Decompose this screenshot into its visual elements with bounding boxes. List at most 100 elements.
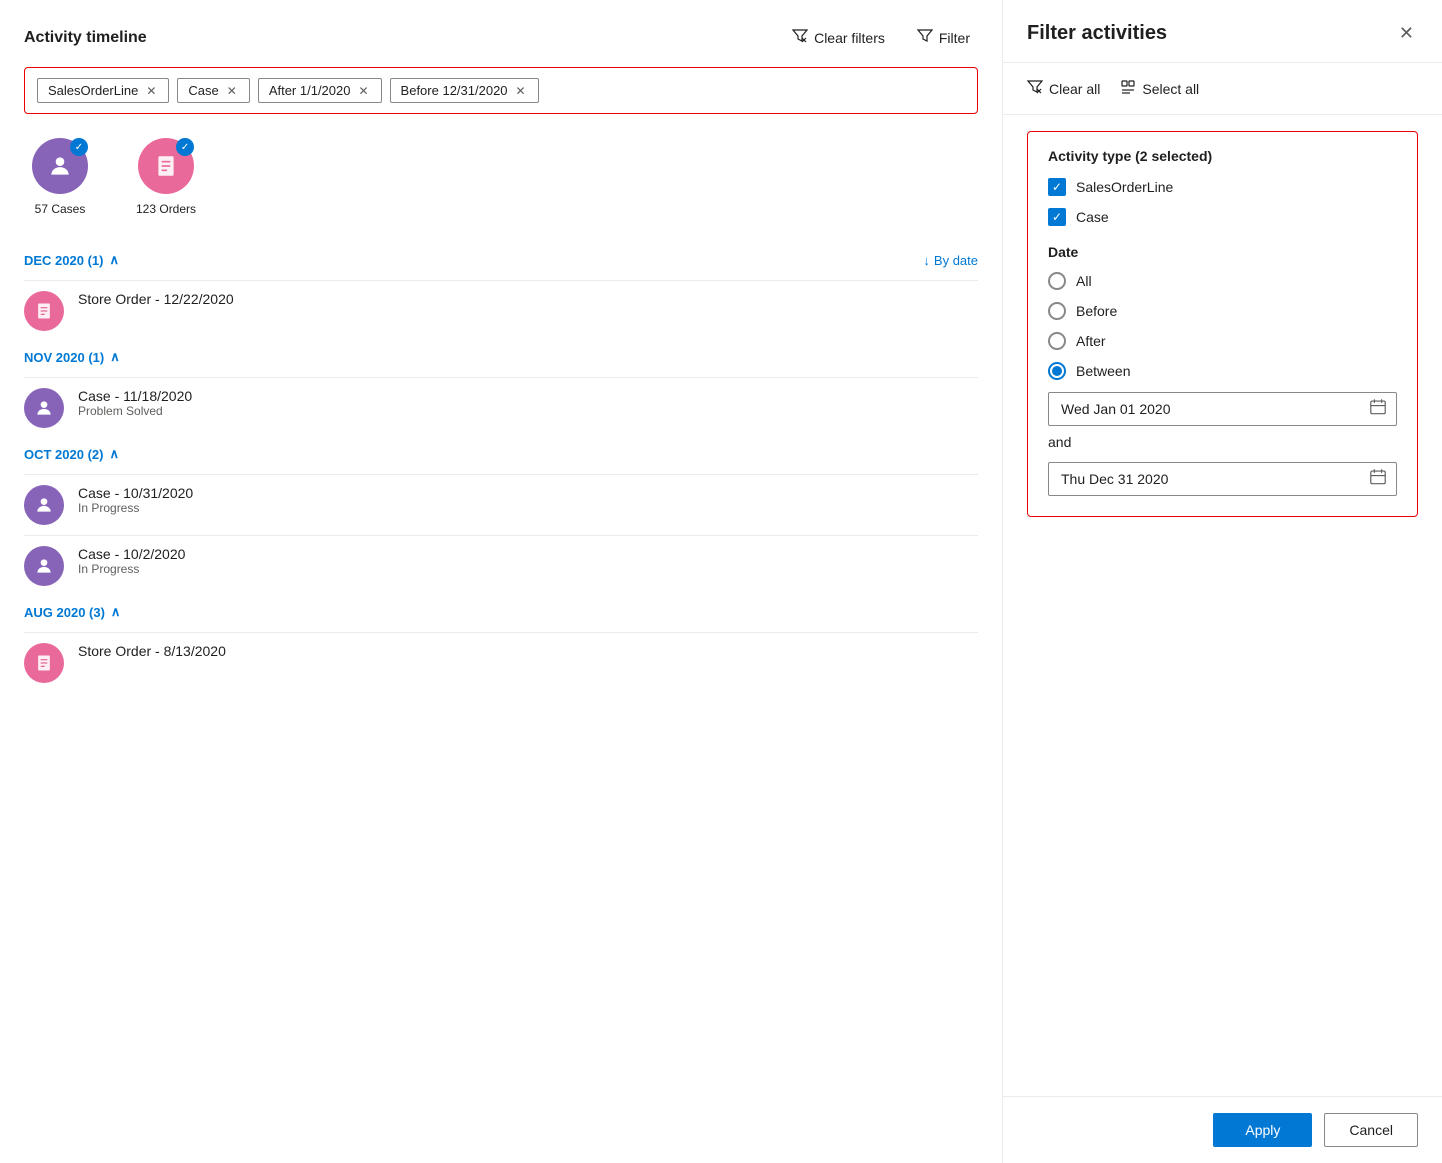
radio-row-after: After — [1048, 332, 1397, 350]
select-all-label: Select all — [1142, 81, 1199, 97]
filter-tag-case: Case ✕ — [177, 78, 249, 103]
left-panel: Activity timeline Clear filters — [0, 0, 1002, 1163]
radio-before[interactable] — [1048, 302, 1066, 320]
clear-filters-label: Clear filters — [814, 30, 885, 46]
sort-icon: ↓ — [923, 253, 930, 268]
date-to-row — [1048, 462, 1397, 496]
panel-footer: Apply Cancel — [1003, 1096, 1442, 1163]
radio-row-before: Before — [1048, 302, 1397, 320]
case-icon-2 — [24, 485, 64, 525]
panel-header: Filter activities ✕ — [1003, 0, 1442, 63]
panel-title: Filter activities — [1027, 22, 1167, 45]
radio-before-label: Before — [1076, 303, 1117, 319]
checkbox-row-salesorderline: ✓ SalesOrderLine — [1048, 178, 1397, 196]
clear-all-icon — [1027, 79, 1043, 98]
timeline-item-store-order-0813: Store Order - 8/13/2020 — [24, 632, 978, 693]
panel-toolbar: Clear all Select all — [1003, 63, 1442, 115]
filter-section-box: Activity type (2 selected) ✓ SalesOrderL… — [1027, 131, 1418, 517]
select-all-icon — [1120, 79, 1136, 98]
orders-stat: ✓ 123 Orders — [136, 138, 196, 216]
cases-stat: ✓ 57 Cases — [32, 138, 88, 216]
activity-header: Activity timeline Clear filters — [24, 24, 978, 51]
orders-avatar: ✓ — [138, 138, 194, 194]
collapse-nov2020-icon: ∧ — [110, 349, 120, 365]
filter-content: Activity type (2 selected) ✓ SalesOrderL… — [1003, 115, 1442, 1096]
item-title: Case - 10/31/2020 — [78, 485, 193, 501]
right-panel: Filter activities ✕ Clear all — [1002, 0, 1442, 1163]
item-title: Case - 11/18/2020 — [78, 388, 192, 404]
radio-all[interactable] — [1048, 272, 1066, 290]
cases-avatar: ✓ — [32, 138, 88, 194]
filter-tag-before: Before 12/31/2020 ✕ — [390, 78, 539, 103]
collapse-oct2020-icon: ∧ — [109, 446, 119, 462]
radio-row-all: All — [1048, 272, 1397, 290]
timeline-item-case-1118: Case - 11/18/2020 Problem Solved — [24, 377, 978, 438]
remove-salesorderline-tag[interactable]: ✕ — [144, 85, 158, 97]
date-from-input[interactable] — [1048, 392, 1397, 426]
filter-tag-salesorderline: SalesOrderLine ✕ — [37, 78, 169, 103]
date-from-wrapper — [1048, 392, 1397, 426]
remove-after-tag[interactable]: ✕ — [356, 85, 370, 97]
checkbox-salesorderline[interactable]: ✓ — [1048, 178, 1066, 196]
checkbox-salesorderline-label: SalesOrderLine — [1076, 179, 1173, 195]
collapse-aug2020-icon: ∧ — [111, 604, 121, 620]
month-label-aug2020: AUG 2020 (3) ∧ — [24, 604, 120, 620]
and-label: and — [1048, 434, 1397, 450]
month-label-oct2020: OCT 2020 (2) ∧ — [24, 446, 119, 462]
date-section-title: Date — [1048, 244, 1397, 260]
timeline-item-store-order-1222: Store Order - 12/22/2020 — [24, 280, 978, 341]
item-title: Case - 10/2/2020 — [78, 546, 185, 562]
filter-tag-after: After 1/1/2020 ✕ — [258, 78, 382, 103]
checkbox-row-case: ✓ Case — [1048, 208, 1397, 226]
date-to-input[interactable] — [1048, 462, 1397, 496]
radio-between[interactable] — [1048, 362, 1066, 380]
clear-filters-button[interactable]: Clear filters — [784, 24, 893, 51]
clear-filters-icon — [792, 28, 808, 47]
clear-all-label: Clear all — [1049, 81, 1100, 97]
month-header-nov2020: NOV 2020 (1) ∧ — [24, 341, 978, 365]
radio-after-label: After — [1076, 333, 1106, 349]
month-header-aug2020: AUG 2020 (3) ∧ — [24, 596, 978, 620]
orders-check-badge: ✓ — [176, 138, 194, 156]
date-from-row — [1048, 392, 1397, 426]
timeline-item-case-1002: Case - 10/2/2020 In Progress — [24, 535, 978, 596]
filter-label: Filter — [939, 30, 970, 46]
item-title: Store Order - 8/13/2020 — [78, 643, 226, 659]
item-subtitle: Problem Solved — [78, 404, 192, 418]
header-actions: Clear filters Filter — [784, 24, 978, 51]
timeline-section: DEC 2020 (1) ∧ ↓ By date Store Order - 1… — [24, 244, 978, 693]
cases-label: 57 Cases — [35, 202, 86, 216]
remove-case-tag[interactable]: ✕ — [225, 85, 239, 97]
month-header-oct2020: OCT 2020 (2) ∧ — [24, 438, 978, 462]
orders-label: 123 Orders — [136, 202, 196, 216]
collapse-dec2020-icon: ∧ — [109, 252, 119, 268]
case-icon-3 — [24, 546, 64, 586]
timeline-item-case-1031: Case - 10/31/2020 In Progress — [24, 474, 978, 535]
radio-all-label: All — [1076, 273, 1092, 289]
filter-tags-box: SalesOrderLine ✕ Case ✕ After 1/1/2020 ✕… — [24, 67, 978, 114]
case-icon-1 — [24, 388, 64, 428]
checkbox-case-label: Case — [1076, 209, 1109, 225]
clear-all-button[interactable]: Clear all — [1027, 79, 1100, 98]
close-panel-button[interactable]: ✕ — [1395, 20, 1418, 46]
store-order-icon-1 — [24, 291, 64, 331]
filter-icon — [917, 28, 933, 47]
checkbox-case[interactable]: ✓ — [1048, 208, 1066, 226]
sort-by-date-button[interactable]: ↓ By date — [923, 253, 978, 268]
item-title: Store Order - 12/22/2020 — [78, 291, 234, 307]
activity-type-title: Activity type (2 selected) — [1048, 148, 1397, 164]
apply-button[interactable]: Apply — [1213, 1113, 1312, 1147]
stats-row: ✓ 57 Cases ✓ 123 Orders — [24, 138, 978, 216]
filter-button[interactable]: Filter — [909, 24, 978, 51]
store-order-icon-2 — [24, 643, 64, 683]
radio-after[interactable] — [1048, 332, 1066, 350]
select-all-button[interactable]: Select all — [1120, 79, 1199, 98]
date-to-wrapper — [1048, 462, 1397, 496]
month-label-nov2020: NOV 2020 (1) ∧ — [24, 349, 120, 365]
radio-between-label: Between — [1076, 363, 1130, 379]
item-subtitle: In Progress — [78, 562, 185, 576]
month-header-dec2020: DEC 2020 (1) ∧ ↓ By date — [24, 244, 978, 268]
remove-before-tag[interactable]: ✕ — [514, 85, 528, 97]
cancel-button[interactable]: Cancel — [1324, 1113, 1418, 1147]
activity-title: Activity timeline — [24, 29, 147, 47]
